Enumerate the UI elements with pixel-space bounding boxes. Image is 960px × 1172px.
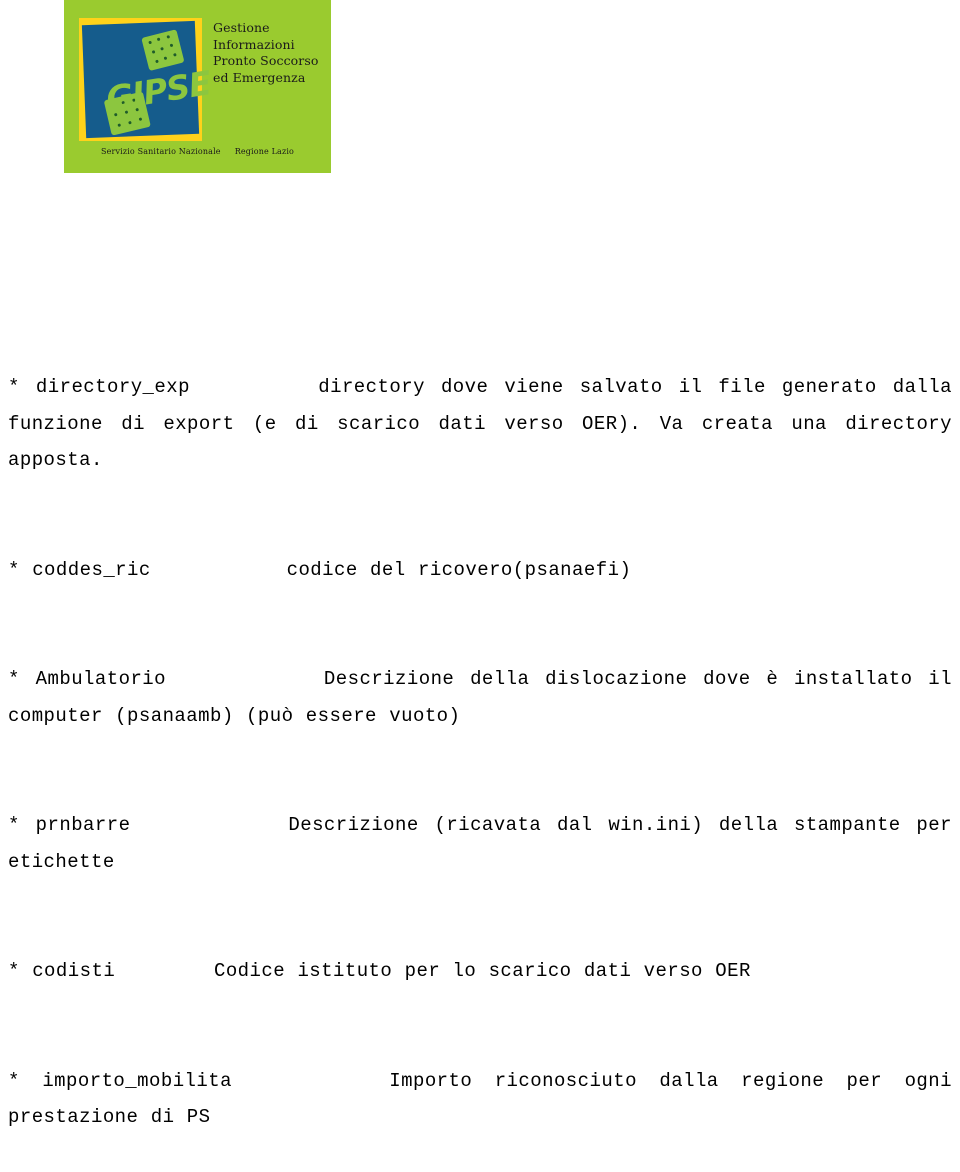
logo-canvas: GIPSE Gestione Informazioni Pronto Socco… [68,4,327,169]
logo-headline-line-3: Pronto Soccorso [213,53,319,68]
dice-tile-top-icon [141,29,185,72]
logo-headline-line-1: Gestione [213,20,270,35]
paragraph-importo-mobilita: * importo_mobilita Importo riconosciuto … [8,1069,952,1129]
paragraph-prnbarre: * prnbarre Descrizione (ricavata dal win… [8,814,952,873]
document-page: { "logo": { "alt_name": "gipse-logo", "w… [0,0,960,1128]
logo-blue-square: GIPSE [81,20,213,139]
paragraph-ambulatorio: * Ambulatorio Descrizione della dislocaz… [8,668,952,727]
logo-headline: Gestione Informazioni Pronto Soccorso ed… [213,20,319,86]
gipse-logo-figure: GIPSE Gestione Informazioni Pronto Socco… [64,0,331,173]
logo-headline-line-2: Informazioni [213,36,295,52]
paragraph-coddes-ric: * coddes_ric codice del ricovero(psanaef… [8,558,632,581]
document-text-body: * directory_exp directory dove viene sal… [8,296,952,1172]
logo-headline-line-4: ed Emergenza [213,69,306,85]
paragraph-directory-exp: * directory_exp directory dove viene sal… [8,376,952,471]
paragraph-codisti: * codisti Codice istituto per lo scarico… [8,960,751,982]
logo-footer-left: Servizio Sanitario Nazionale [100,147,221,156]
logo-footer-right: Regione Lazio [234,147,295,156]
logo-footer: Servizio Sanitario Nazionale Regione Lazi… [68,147,327,156]
